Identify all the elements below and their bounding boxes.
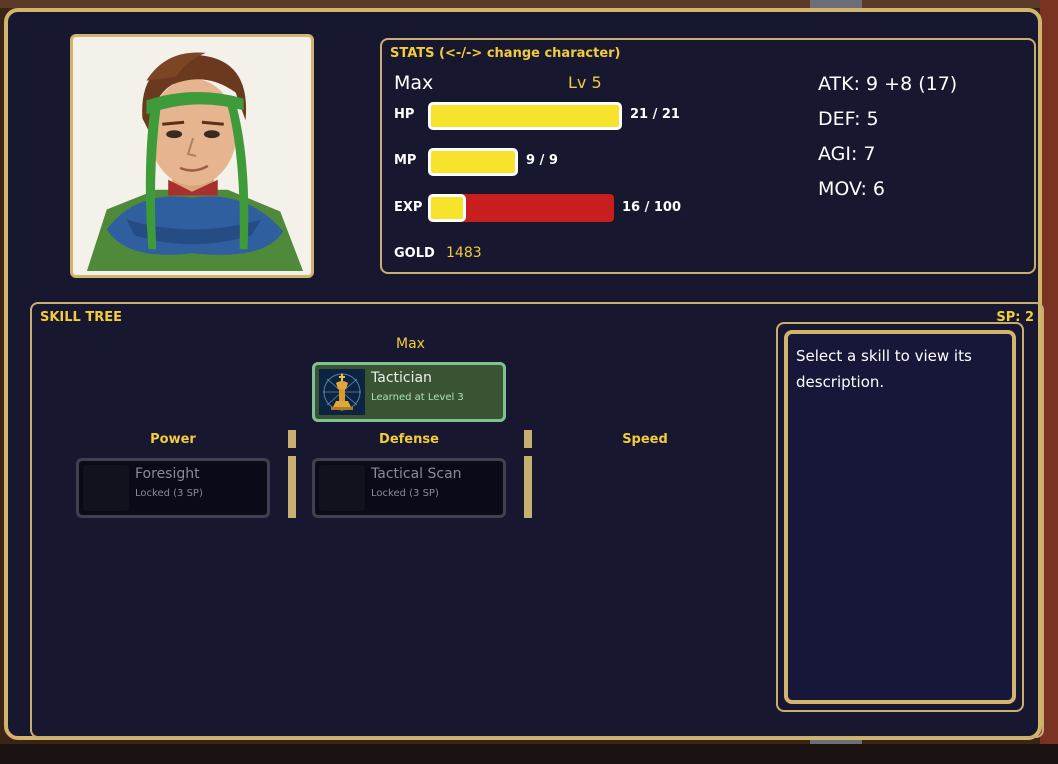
hero-portrait-image bbox=[77, 41, 307, 271]
character-menu-window: STATS (<-/-> change character) Max Lv 5 … bbox=[4, 8, 1044, 740]
skill-status: Locked (3 SP) bbox=[135, 488, 203, 499]
locked-skill-icon bbox=[83, 465, 129, 511]
character-level: Lv 5 bbox=[568, 73, 602, 92]
agi-stat: AGI: 7 bbox=[818, 143, 876, 165]
skill-name: Foresight bbox=[135, 466, 200, 482]
skill-name: Tactical Scan bbox=[371, 466, 462, 482]
skill-description-text: Select a skill to view its description. bbox=[784, 330, 1016, 704]
column-divider bbox=[288, 430, 296, 448]
change-character-hint[interactable]: (<-/-> change character) bbox=[439, 46, 620, 61]
background-floor bbox=[0, 744, 1058, 764]
column-label-power: Power bbox=[150, 432, 196, 447]
stats-header: STATS (<-/-> change character) bbox=[390, 46, 620, 61]
column-label-defense: Defense bbox=[379, 432, 439, 447]
def-stat: DEF: 5 bbox=[818, 108, 879, 130]
stats-title: STATS bbox=[390, 46, 435, 61]
skill-node-tactical-scan[interactable]: Tactical Scan Locked (3 SP) bbox=[312, 458, 506, 518]
character-name: Max bbox=[394, 72, 434, 94]
gold-label: GOLD bbox=[394, 246, 435, 261]
exp-bar bbox=[428, 194, 614, 222]
hp-value: 21 / 21 bbox=[630, 107, 680, 122]
exp-label: EXP bbox=[394, 200, 423, 215]
exp-value: 16 / 100 bbox=[622, 200, 682, 215]
column-divider bbox=[524, 430, 532, 448]
mov-stat: MOV: 6 bbox=[818, 178, 885, 200]
gold-value: 1483 bbox=[446, 245, 482, 261]
tree-root-label: Max bbox=[396, 336, 425, 352]
skill-node-tactician[interactable]: Tactician Learned at Level 3 bbox=[312, 362, 506, 422]
atk-stat: ATK: 9 +8 (17) bbox=[818, 73, 958, 95]
mp-label: MP bbox=[394, 153, 417, 168]
background-wall bbox=[0, 0, 1058, 8]
skill-description-panel: Select a skill to view its description. bbox=[776, 322, 1024, 712]
skill-status: Learned at Level 3 bbox=[371, 392, 464, 403]
column-label-speed: Speed bbox=[622, 432, 668, 447]
mp-bar bbox=[428, 148, 518, 176]
skill-tree-title: SKILL TREE bbox=[40, 310, 123, 325]
hp-bar bbox=[428, 102, 622, 130]
chess-king-icon bbox=[319, 369, 365, 415]
exp-bar-fill bbox=[428, 194, 466, 222]
locked-skill-icon bbox=[319, 465, 365, 511]
column-divider bbox=[288, 456, 296, 518]
column-divider bbox=[524, 456, 532, 518]
character-portrait bbox=[70, 34, 314, 278]
mp-value: 9 / 9 bbox=[526, 153, 558, 168]
skill-node-foresight[interactable]: Foresight Locked (3 SP) bbox=[76, 458, 270, 518]
skill-name: Tactician bbox=[371, 370, 432, 386]
hp-label: HP bbox=[394, 107, 415, 122]
skill-status: Locked (3 SP) bbox=[371, 488, 439, 499]
stats-panel: STATS (<-/-> change character) Max Lv 5 … bbox=[380, 38, 1036, 274]
